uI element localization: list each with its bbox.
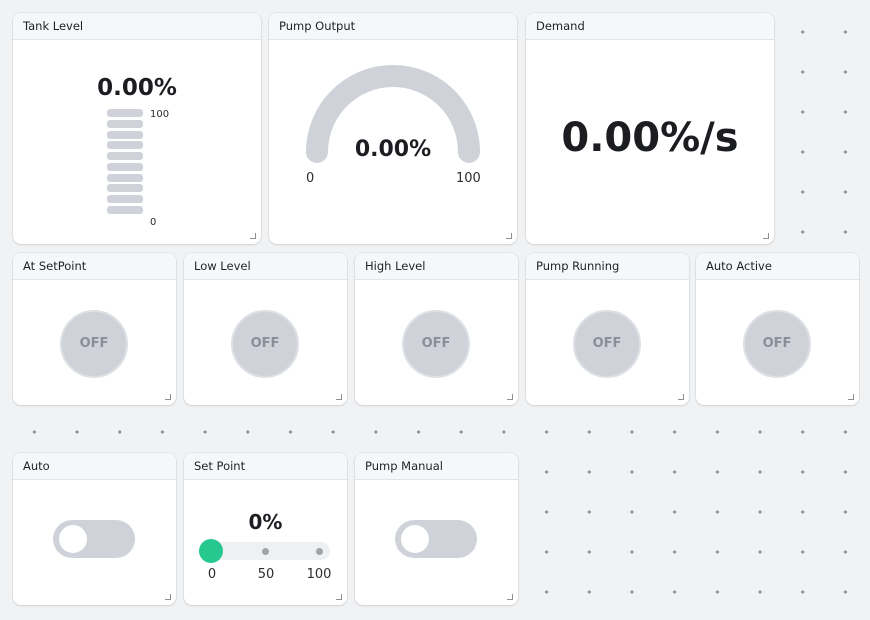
- resize-handle-icon[interactable]: [336, 394, 342, 400]
- pump-output-widget: Pump Output 0.00% 0 100: [269, 13, 517, 244]
- resize-handle-icon[interactable]: [165, 394, 171, 400]
- auto-switch-widget: Auto: [13, 453, 176, 605]
- indicator-widget-at-setpoint: At SetPoint OFF: [13, 253, 176, 405]
- resize-handle-icon[interactable]: [763, 233, 769, 239]
- status-led: OFF: [573, 310, 641, 378]
- pump-manual-widget: Pump Manual: [355, 453, 518, 605]
- tank-level-widget: Tank Level 0.00% 100 0: [13, 13, 261, 244]
- indicator-widget-pump-running: Pump Running OFF: [526, 253, 689, 405]
- widget-title: Demand: [526, 13, 774, 40]
- widget-title: Auto Active: [696, 253, 859, 280]
- status-led: OFF: [402, 310, 470, 378]
- resize-handle-icon[interactable]: [507, 394, 513, 400]
- tank-level-value: 0.00%: [97, 75, 177, 101]
- indicator-body: OFF: [184, 280, 347, 405]
- tank-level-segment: [107, 195, 143, 203]
- resize-handle-icon[interactable]: [165, 594, 171, 600]
- tank-level-segment: [107, 152, 143, 160]
- auto-switch-body: [13, 480, 176, 605]
- resize-handle-icon[interactable]: [506, 233, 512, 239]
- slider-tick-dot: [262, 548, 269, 555]
- indicator-body: OFF: [526, 280, 689, 405]
- resize-handle-icon[interactable]: [507, 594, 513, 600]
- widget-title: Auto: [13, 453, 176, 480]
- tank-level-segment: [107, 184, 143, 193]
- set-point-slider-thumb[interactable]: [199, 539, 223, 563]
- resize-handle-icon[interactable]: [678, 394, 684, 400]
- widget-title: High Level: [355, 253, 518, 280]
- indicator-body: OFF: [696, 280, 859, 405]
- tank-level-segment: [107, 109, 143, 117]
- tank-level-body: 0.00% 100 0: [13, 40, 261, 244]
- status-led: OFF: [231, 310, 299, 378]
- indicator-widget-low-level: Low Level OFF: [184, 253, 347, 405]
- tank-level-segment: [107, 162, 143, 171]
- status-led: OFF: [60, 310, 128, 378]
- resize-handle-icon[interactable]: [848, 394, 854, 400]
- tank-level-segment: [107, 119, 143, 128]
- tank-level-segment: [107, 130, 143, 139]
- slider-tick-label: 100: [306, 567, 332, 582]
- pump-output-body: 0.00% 0 100: [269, 40, 517, 244]
- gauge-max-label: 100: [456, 171, 481, 186]
- toggle-knob: [401, 525, 429, 553]
- set-point-widget: Set Point 0% 0 50 100: [184, 453, 347, 605]
- slider-tick-label: 50: [257, 567, 275, 582]
- widget-title: Pump Manual: [355, 453, 518, 480]
- tank-level-segment: [107, 141, 143, 150]
- pump-manual-toggle-switch[interactable]: [395, 520, 477, 558]
- status-led: OFF: [743, 310, 811, 378]
- widget-title: Set Point: [184, 453, 347, 480]
- tank-level-segment: [107, 205, 143, 214]
- pump-manual-body: [355, 480, 518, 605]
- indicator-widget-auto-active: Auto Active OFF: [696, 253, 859, 405]
- widget-title: Pump Output: [269, 13, 517, 40]
- set-point-body: 0% 0 50 100: [184, 480, 347, 605]
- indicator-widget-high-level: High Level OFF: [355, 253, 518, 405]
- resize-handle-icon[interactable]: [336, 594, 342, 600]
- widget-title: Tank Level: [13, 13, 261, 40]
- auto-toggle-switch[interactable]: [53, 520, 135, 558]
- set-point-value: 0%: [248, 510, 283, 534]
- gauge-min-label: 0: [306, 171, 315, 186]
- demand-widget: Demand 0.00%/s: [526, 13, 774, 244]
- widget-title: Pump Running: [526, 253, 689, 280]
- indicator-body: OFF: [13, 280, 176, 405]
- tank-level-segment: [107, 173, 143, 182]
- set-point-slider-track[interactable]: [199, 539, 330, 563]
- tank-level-min-label: 0: [150, 217, 157, 228]
- tank-level-max-label: 100: [150, 109, 170, 120]
- indicator-body: OFF: [355, 280, 518, 405]
- pump-output-value: 0.00%: [354, 137, 432, 162]
- toggle-knob: [59, 525, 87, 553]
- widget-title: At SetPoint: [13, 253, 176, 280]
- demand-value: 0.00%/s: [561, 115, 739, 161]
- widget-title: Low Level: [184, 253, 347, 280]
- slider-tick-label: 0: [207, 567, 217, 582]
- slider-tick-dot: [316, 548, 323, 555]
- dashboard-canvas: Tank Level 0.00% 100 0 Pump Output 0.00%…: [0, 0, 870, 620]
- tank-level-bar-stack: [107, 109, 143, 217]
- demand-body: 0.00%/s: [526, 40, 774, 244]
- resize-handle-icon[interactable]: [250, 233, 256, 239]
